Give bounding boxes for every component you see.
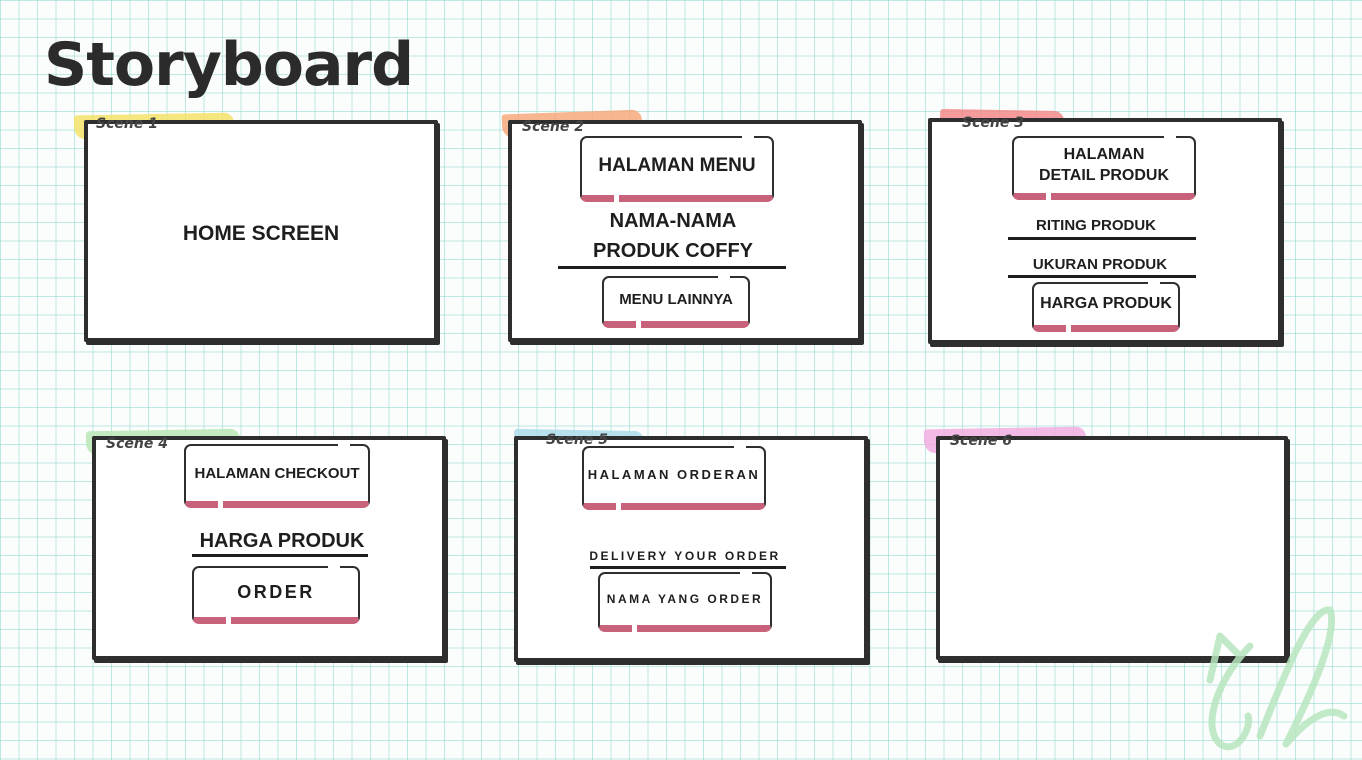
riting-produk-text: RITING PRODUK <box>1036 217 1156 234</box>
scene-5-label: Scene 5 <box>546 432 608 448</box>
delivery-your-order-text: DELIVERY YOUR ORDER <box>589 549 781 563</box>
riting-produk-underline <box>1008 237 1196 240</box>
nama-nama-text: NAMA-NAMA <box>609 210 737 232</box>
harga-produk-text: HARGA PRODUK <box>199 530 365 552</box>
scene-1-label: Scene 1 <box>96 116 158 132</box>
ukuran-produk-text: UKURAN PRODUK <box>1032 256 1168 273</box>
scene-6-label: Scene 6 <box>950 433 1012 449</box>
nama-yang-order-label: NAMA YANG ORDER <box>606 591 764 606</box>
halaman-detail-label-2: DETAIL PRODUK <box>1038 166 1170 184</box>
halaman-detail-produk-button[interactable]: HALAMAN DETAIL PRODUK <box>1012 135 1196 200</box>
halaman-orderan-button[interactable]: HALAMAN ORDERAN <box>582 445 766 510</box>
scene-1-frame: HOME SCREEN <box>84 120 438 342</box>
scene-3-label: Scene 3 <box>962 115 1024 131</box>
scene-2-frame: HALAMAN MENU NAMA-NAMA PRODUK COFFY MENU… <box>508 120 862 342</box>
harga-produk-underline <box>192 554 368 557</box>
halaman-menu-button[interactable]: HALAMAN MENU <box>580 135 774 202</box>
menu-lainnya-button[interactable]: MENU LAINNYA <box>602 275 750 328</box>
scene-2-label: Scene 2 <box>522 119 584 135</box>
scene-4-label: Scene 4 <box>106 436 168 452</box>
ukuran-produk-underline <box>1008 275 1196 278</box>
harga-produk-label: HARGA PRODUK <box>1040 295 1172 313</box>
halaman-menu-label: HALAMAN MENU <box>598 155 756 177</box>
order-button[interactable]: ORDER <box>192 565 360 624</box>
halaman-orderan-label: HALAMAN ORDERAN <box>587 467 761 483</box>
scene-3-frame: HALAMAN DETAIL PRODUK RITING PRODUK UKUR… <box>928 118 1282 344</box>
nama-yang-order-button[interactable]: NAMA YANG ORDER <box>598 571 772 632</box>
cle-logo-icon <box>1206 606 1348 751</box>
harga-produk-button[interactable]: HARGA PRODUK <box>1032 281 1180 332</box>
halaman-detail-label-1: HALAMAN <box>1063 145 1145 163</box>
scene-5-frame: HALAMAN ORDERAN DELIVERY YOUR ORDER NAMA… <box>514 436 868 662</box>
menu-lainnya-label: MENU LAINNYA <box>619 290 733 308</box>
scene-4-frame: HALAMAN CHECKOUT HARGA PRODUK ORDER <box>92 436 446 660</box>
halaman-checkout-label: HALAMAN CHECKOUT <box>194 464 360 482</box>
produk-coffy-text: PRODUK COFFY <box>593 240 753 262</box>
delivery-your-order-underline <box>590 566 786 569</box>
order-label: ORDER <box>237 581 315 602</box>
page-title: Storyboard <box>44 30 414 100</box>
halaman-checkout-button[interactable]: HALAMAN CHECKOUT <box>184 443 370 508</box>
produk-coffy-underline <box>558 266 786 269</box>
scene-1-home-screen-text: HOME SCREEN <box>182 222 340 245</box>
